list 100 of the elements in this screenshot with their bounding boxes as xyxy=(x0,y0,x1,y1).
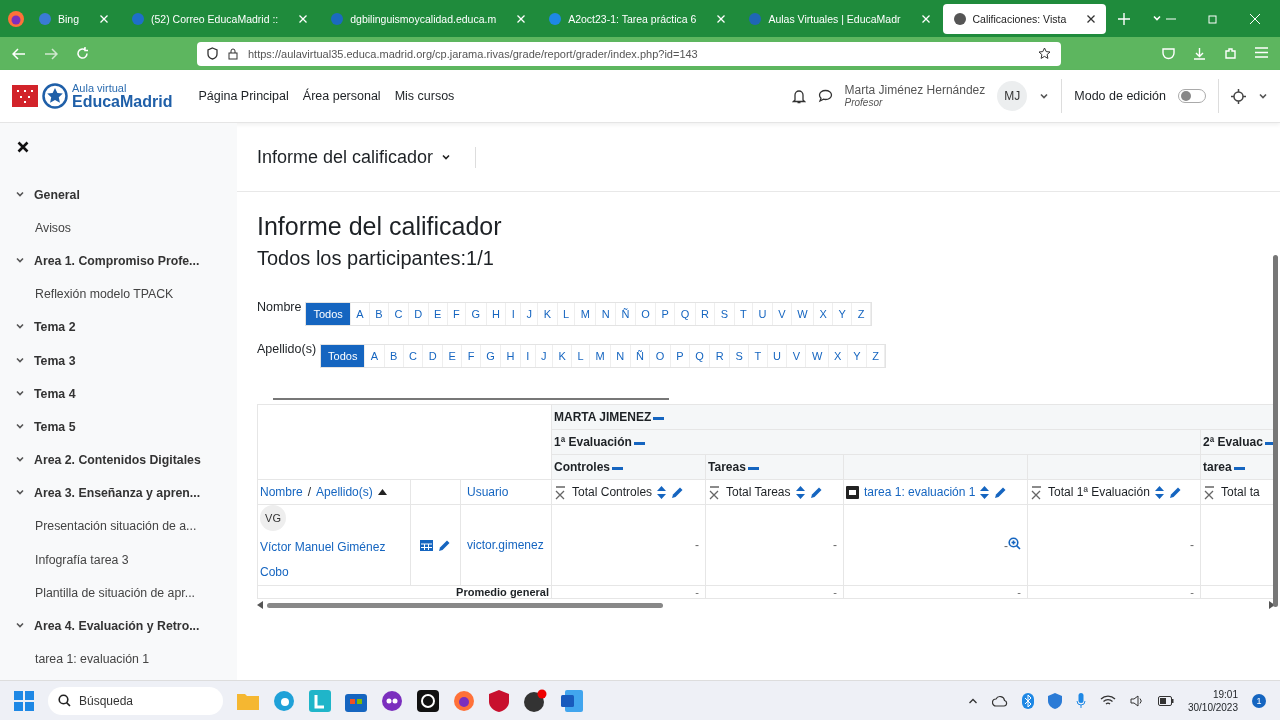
letter-filter[interactable]: S xyxy=(715,303,735,325)
scroll-left-icon[interactable] xyxy=(257,601,263,609)
letter-filter[interactable]: L xyxy=(572,345,590,367)
activity-item[interactable]: Avisos xyxy=(15,211,237,245)
student-link[interactable]: Víctor Manuel Giménez Cobo xyxy=(260,535,408,585)
shield-icon[interactable] xyxy=(1047,692,1062,709)
firefox-icon[interactable] xyxy=(6,8,26,29)
notification-badge[interactable]: 1 xyxy=(1252,693,1266,708)
letter-filter[interactable]: V xyxy=(772,303,792,325)
nav-link[interactable]: Mis cursos xyxy=(394,89,455,103)
browser-tab[interactable]: dgbilinguismoycalidad.educa.m xyxy=(320,3,537,34)
scroll-right-icon[interactable] xyxy=(1269,601,1275,609)
activity-item[interactable]: Presentación situación de a... xyxy=(15,509,237,544)
letter-filter[interactable]: G xyxy=(466,303,487,325)
letter-filter[interactable]: B xyxy=(384,345,404,367)
sort-link[interactable]: Nombre xyxy=(260,485,303,499)
letter-filter[interactable]: C xyxy=(403,345,424,367)
battery-icon[interactable] xyxy=(1157,695,1174,706)
collapse-icon[interactable] xyxy=(747,467,759,471)
letter-filter[interactable]: M xyxy=(575,303,597,325)
browser-tab[interactable]: Aulas Virtuales | EducaMadr xyxy=(738,3,941,34)
letter-filter[interactable]: K xyxy=(538,303,558,325)
collapse-icon[interactable] xyxy=(633,442,645,446)
section-item[interactable]: Tema 5 xyxy=(15,410,237,444)
restore-icon[interactable] xyxy=(1208,13,1218,24)
nav-link[interactable]: Área personal xyxy=(302,89,381,103)
plus-icon[interactable] xyxy=(1118,12,1131,25)
sort-icon[interactable] xyxy=(1154,485,1164,499)
collapse-icon[interactable] xyxy=(612,467,624,471)
activity-item[interactable]: Plantilla de situación de apr... xyxy=(15,576,237,610)
letter-filter[interactable]: T xyxy=(749,345,768,367)
letter-filter[interactable]: N xyxy=(610,345,631,367)
letter-filter[interactable]: E xyxy=(443,345,463,367)
username-link[interactable]: victor.gimenez xyxy=(463,538,544,552)
settings-icon[interactable] xyxy=(1231,88,1246,104)
letter-filter[interactable]: H xyxy=(486,303,507,325)
letter-filter[interactable]: Q xyxy=(689,345,711,367)
windows-icon[interactable] xyxy=(14,690,34,711)
microphone-icon[interactable] xyxy=(1075,692,1086,709)
letter-filter[interactable]: E xyxy=(428,303,448,325)
letter-filter[interactable]: Z xyxy=(866,345,886,367)
cloud-icon[interactable] xyxy=(991,694,1008,707)
letter-filter[interactable]: R xyxy=(695,303,716,325)
letter-filter[interactable]: W xyxy=(806,345,829,367)
sort-link[interactable]: Apellido(s) xyxy=(316,485,373,499)
bluetooth-icon[interactable] xyxy=(1021,692,1034,709)
browser-tab[interactable]: Bing xyxy=(28,3,119,34)
letter-filter[interactable]: F xyxy=(462,345,481,367)
letter-filter[interactable]: P xyxy=(670,345,690,367)
letter-filter[interactable]: N xyxy=(596,303,617,325)
report-menu[interactable]: Informe del calificador xyxy=(257,146,477,168)
section-item[interactable]: Area 1. Compromiso Profe... xyxy=(15,244,237,278)
collapse-icon[interactable] xyxy=(1233,467,1245,471)
letter-filter[interactable]: H xyxy=(501,345,521,367)
address-bar[interactable]: https://aulavirtual35.educa.madrid.org/cp.jarama.rivas/grade/report/grader/index.php?id=143 xyxy=(197,41,1061,66)
letter-filter[interactable]: I xyxy=(520,345,536,367)
app-icon[interactable] xyxy=(417,689,439,712)
table-icon[interactable] xyxy=(420,539,433,551)
scrollbar[interactable] xyxy=(1273,255,1278,607)
letter-filter[interactable]: C xyxy=(389,303,409,325)
word-icon[interactable] xyxy=(561,689,583,712)
letter-filter[interactable]: Todos xyxy=(306,303,351,325)
letter-filter[interactable]: V xyxy=(787,345,807,367)
letter-filter[interactable]: T xyxy=(734,303,754,325)
nav-link[interactable]: Página Principal xyxy=(198,89,289,103)
section-item[interactable]: Tema 4 xyxy=(15,377,237,411)
letter-filter[interactable]: I xyxy=(506,303,522,325)
activity-item[interactable]: Infografía tarea 3 xyxy=(15,543,237,577)
letter-filter[interactable]: K xyxy=(553,345,573,367)
edit-icon[interactable] xyxy=(1168,485,1182,499)
browser-tab[interactable]: Calificaciones: Vista xyxy=(942,3,1107,34)
activity-item[interactable]: tarea 1: evaluación 1 xyxy=(15,642,237,676)
zoom-in-icon[interactable] xyxy=(1008,537,1022,550)
letter-filter[interactable]: W xyxy=(791,303,815,325)
scrollbar[interactable] xyxy=(257,599,1275,611)
letter-filter[interactable]: M xyxy=(590,345,611,367)
letter-filter[interactable]: Todos xyxy=(321,345,366,367)
browser-tab[interactable]: A2oct23-1: Tarea práctica 6 xyxy=(538,3,737,34)
edit-icon[interactable] xyxy=(994,485,1008,499)
app-icon[interactable] xyxy=(381,689,403,712)
letter-filter[interactable]: O xyxy=(650,345,671,367)
letter-filter[interactable]: X xyxy=(828,345,848,367)
app-icon[interactable] xyxy=(523,688,547,713)
search-field[interactable]: Búsqueda xyxy=(48,686,223,715)
letter-filter[interactable]: Ñ xyxy=(616,303,636,325)
close-icon[interactable] xyxy=(17,141,29,153)
letter-filter[interactable]: Y xyxy=(847,345,867,367)
section-item[interactable]: Tema 2 xyxy=(15,310,237,344)
browser-tab[interactable]: (52) Correo EducaMadrid :: xyxy=(121,3,319,34)
user-avatar[interactable]: MJ xyxy=(997,81,1028,111)
section-item[interactable]: Area 3. Enseñanza y apren... xyxy=(15,476,237,510)
letter-filter[interactable]: B xyxy=(369,303,390,325)
letter-filter[interactable]: D xyxy=(423,345,444,367)
sort-icon[interactable] xyxy=(795,485,805,499)
section-item[interactable]: Area 4. Evaluación y Retro... xyxy=(15,609,237,643)
letter-filter[interactable]: P xyxy=(656,303,676,325)
firefox-icon[interactable] xyxy=(453,689,475,712)
letter-filter[interactable]: J xyxy=(535,345,553,367)
sort-icon[interactable] xyxy=(980,485,990,499)
sort-icon[interactable] xyxy=(657,485,667,499)
